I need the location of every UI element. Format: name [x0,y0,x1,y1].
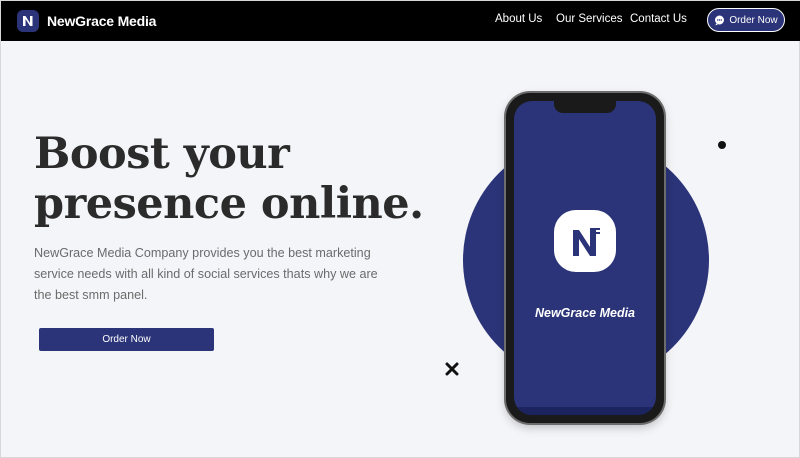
app-name: NewGrace Media [534,306,636,320]
nav-link-our-services[interactable]: Our Services [556,13,622,25]
brand-link[interactable]: NewGrace Media [17,9,156,33]
hero-description: NewGrace Media Company provides you the … [34,246,378,302]
hero-title-line-2: presence online. [34,179,424,229]
x-decoration-icon [445,362,459,376]
brand-logo-icon [17,10,39,32]
nav-link-contact-us[interactable]: Contact Us [630,13,687,25]
chat-bubble-icon [714,15,725,26]
nav-order-now-button[interactable]: Order Now [707,8,785,32]
hero-title-line-1: Boost your [34,129,290,179]
phone-screen: NewGrace Media [514,101,656,415]
hero-title: Boost your presence online. [34,129,454,229]
navbar: NewGrace Media About Us Our Services Con… [1,1,800,41]
phone-mockup: NewGrace Media [506,93,664,423]
dot-decoration [718,141,726,149]
phone-bottom-bar [514,407,656,415]
hero-order-now-button[interactable]: Order Now [39,328,214,351]
phone-notch [554,101,616,113]
newgrace-logo-icon [550,206,620,276]
brand-name: NewGrace Media [47,13,157,29]
nav-link-about-us[interactable]: About Us [495,13,542,25]
nav-order-now-label: Order Now [729,14,778,26]
